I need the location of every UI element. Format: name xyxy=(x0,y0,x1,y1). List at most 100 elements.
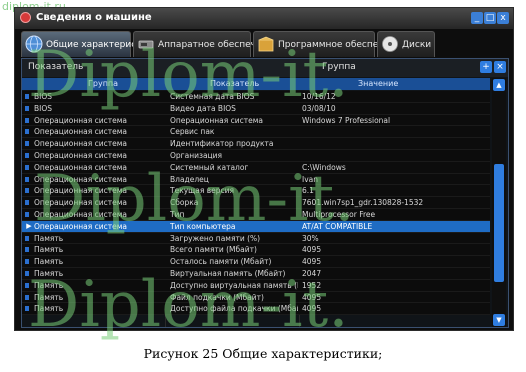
cell-group: Память xyxy=(34,280,64,290)
tab-disks[interactable]: Диски xyxy=(377,31,435,57)
cell-value: 7601.win7sp1_gdr.130828-1532 xyxy=(302,198,424,208)
cell-indicator: Идентификатор продукта xyxy=(170,139,274,149)
cell-group: Операционная система xyxy=(34,150,128,160)
group-header[interactable]: Группа xyxy=(322,62,356,72)
row-marker-icon xyxy=(25,200,29,206)
cell-indicator: Сборка xyxy=(170,198,199,208)
table-row[interactable]: Операционная система Системный каталог C:\… xyxy=(22,161,490,174)
title-bar[interactable]: Сведения о машине _ □ x xyxy=(15,8,513,29)
maximize-button[interactable]: □ xyxy=(484,12,496,24)
table-row[interactable]: Операционная система Владелец Ivan xyxy=(22,173,490,186)
add-icon[interactable]: + xyxy=(480,61,492,73)
row-marker-icon xyxy=(25,259,29,265)
column-headers: Группа Показатель Значение xyxy=(22,78,490,90)
cell-indicator: Виртуальная память (Мбайт) xyxy=(170,268,286,278)
cell-indicator: Загружено памяти (%) xyxy=(170,233,261,243)
cell-indicator: Организация xyxy=(170,150,223,160)
cell-indicator: Осталось памяти (Мбайт) xyxy=(170,257,272,267)
machine-info-window: Сведения о машине _ □ x Общие характерис… xyxy=(14,7,514,331)
app-icon xyxy=(20,12,31,23)
column-group[interactable]: Группа xyxy=(88,79,118,88)
software-box-icon xyxy=(258,36,274,52)
cell-indicator: Доступно файла подкачки (Мбайт) xyxy=(170,304,298,314)
scroll-down-icon[interactable]: ▼ xyxy=(493,314,505,326)
cell-indicator: Сервис пак xyxy=(170,127,215,137)
row-marker-icon xyxy=(25,176,29,182)
row-marker-icon xyxy=(25,270,29,276)
tab-software[interactable]: Программное обеспечение xyxy=(253,31,406,57)
cell-value: C:\Windows xyxy=(302,162,346,172)
table-row[interactable]: Операционная система Сервис пак xyxy=(22,126,490,139)
table-row[interactable]: Память Доступно виртуальная память (Мба 19… xyxy=(22,279,490,292)
row-marker-icon xyxy=(25,282,29,288)
cell-value: 4095 xyxy=(302,257,322,267)
minimize-button[interactable]: _ xyxy=(471,12,483,24)
cell-value: 10/16/12 xyxy=(302,92,336,101)
table-row[interactable]: Операционная система Операционная система… xyxy=(22,114,490,127)
row-marker-icon xyxy=(25,94,29,99)
table-row[interactable]: BIOS Видео дата BIOS 03/08/10 xyxy=(22,102,490,115)
cell-group: Память xyxy=(34,257,64,267)
cell-indicator: Системная дата BIOS xyxy=(170,92,255,101)
tab-strip: Общие характеристики Аппаратное обеспече… xyxy=(21,31,509,58)
scroll-thumb[interactable] xyxy=(494,164,504,282)
row-marker-icon xyxy=(25,247,29,253)
row-marker-icon xyxy=(25,152,29,158)
cell-value: 4095 xyxy=(302,304,322,314)
table-row[interactable]: Операционная система Сборка 7601.win7sp1_g… xyxy=(22,197,490,209)
cell-group: Память xyxy=(34,245,64,255)
disk-icon xyxy=(382,36,398,52)
table-row[interactable]: Память Осталось памяти (Мбайт) 4095 xyxy=(22,256,490,268)
cell-value: Multiprocessor Free xyxy=(302,209,376,219)
cell-group: Операционная система xyxy=(34,198,128,208)
table-row[interactable]: Память Загружено памяти (%) 30% xyxy=(22,232,490,245)
column-value[interactable]: Значение xyxy=(358,79,398,88)
data-table: BIOS Системная дата BIOS 10/16/12 BIOS Видео… xyxy=(22,91,490,327)
table-row[interactable]: Операционная система Организация xyxy=(22,149,490,162)
table-row[interactable]: Операционная система Тип Multiprocessor Fr… xyxy=(22,208,490,221)
indicator-header[interactable]: Показатель xyxy=(28,62,83,72)
tab-general[interactable]: Общие характеристики xyxy=(21,31,159,57)
row-pointer-icon: ▶ xyxy=(26,221,32,230)
cell-group: Операционная система xyxy=(34,139,128,149)
cell-indicator: Системный каталог xyxy=(170,162,249,172)
table-row[interactable]: BIOS Системная дата BIOS 10/16/12 xyxy=(22,91,490,103)
cell-indicator: Операционная система xyxy=(170,115,264,125)
row-marker-icon xyxy=(25,211,29,217)
close-icon[interactable]: × xyxy=(494,61,506,73)
cell-indicator: Всего памяти (Мбайт) xyxy=(170,245,257,255)
cell-indicator: Доступно виртуальная память (Мба xyxy=(170,280,298,290)
table-row[interactable]: Операционная система Текущая версия 6.1 xyxy=(22,185,490,198)
vertical-scrollbar[interactable]: ▲ ▼ xyxy=(492,78,506,327)
cell-group: Память xyxy=(34,233,64,243)
cell-indicator: Владелец xyxy=(170,174,209,184)
row-marker-icon xyxy=(25,306,29,312)
table-row[interactable]: ▶ Операционная система Тип компьютера AT/AT… xyxy=(22,220,490,233)
cell-indicator: Тип компьютера xyxy=(170,221,236,231)
cell-group: Операционная система xyxy=(34,209,128,219)
table-row[interactable]: Память Доступно файла подкачки (Мбайт) 409… xyxy=(22,303,490,316)
grouping-bar: Показатель Группа + × xyxy=(22,59,508,77)
cell-group: Операционная система xyxy=(34,115,128,125)
tab-disks-label: Диски xyxy=(402,40,432,50)
cell-value: 03/08/10 xyxy=(302,103,336,113)
cell-value: Ivan xyxy=(302,174,318,184)
cell-indicator: Файл подкачки (Мбайт) xyxy=(170,292,264,302)
tab-hardware[interactable]: Аппаратное обеспечение xyxy=(133,31,279,57)
column-indicator[interactable]: Показатель xyxy=(210,79,259,88)
cell-group: Операционная система xyxy=(34,162,128,172)
table-row[interactable]: Память Виртуальная память (Мбайт) 2047 xyxy=(22,267,490,280)
info-globe-icon xyxy=(25,35,43,53)
close-button[interactable]: x xyxy=(497,12,509,24)
cell-group: BIOS xyxy=(34,92,53,101)
table-row[interactable]: Память Файл подкачки (Мбайт) 4095 xyxy=(22,291,490,304)
table-row[interactable]: Операционная система Идентификатор продук… xyxy=(22,138,490,150)
row-marker-icon xyxy=(25,141,29,147)
cell-value: Windows 7 Professional xyxy=(302,115,391,125)
cell-value: 2047 xyxy=(302,268,322,278)
cell-group: BIOS xyxy=(34,103,53,113)
row-marker-icon xyxy=(25,188,29,194)
cell-group: Память xyxy=(34,292,64,302)
scroll-up-icon[interactable]: ▲ xyxy=(493,79,505,91)
table-row[interactable]: Память Всего памяти (Мбайт) 4095 xyxy=(22,244,490,257)
